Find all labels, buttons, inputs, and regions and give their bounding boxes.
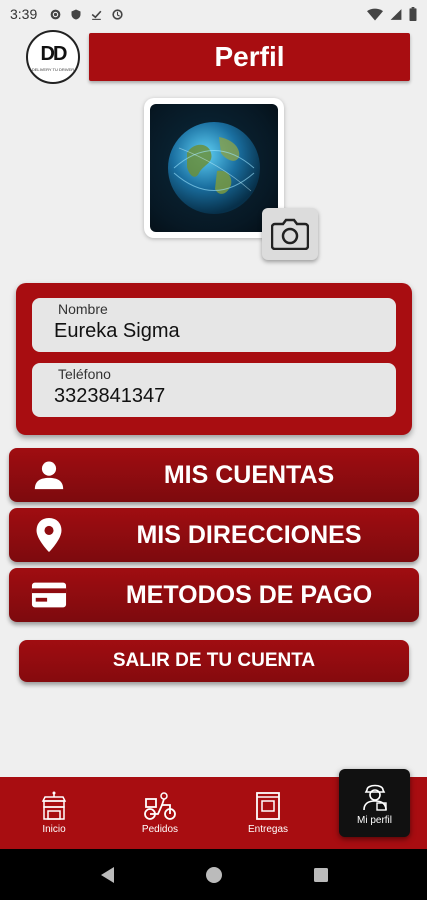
nav-item-mi-perfil[interactable]: Mi perfil (339, 769, 410, 837)
nav-inicio-label: Inicio (42, 824, 66, 835)
status-time: 3:39 (10, 6, 38, 22)
home-icon[interactable] (205, 866, 223, 884)
profile-form: Nombre Eureka Sigma Teléfono 3323841347 (16, 283, 412, 435)
name-label: Nombre (58, 301, 108, 317)
page-title: Perfil (214, 41, 285, 72)
status-bar: 3:39 (0, 0, 427, 28)
system-navigation-bar (0, 849, 427, 900)
camera-icon (271, 218, 309, 250)
page-title-bar: Perfil (89, 33, 410, 81)
logout-button[interactable]: SALIR DE TU CUENTA (19, 640, 409, 682)
phone-field[interactable]: Teléfono 3323841347 (32, 363, 396, 417)
scooter-icon (144, 792, 176, 820)
my-addresses-button[interactable]: MIS DIRECCIONES (9, 508, 419, 562)
my-accounts-label: MIS CUENTAS (163, 460, 335, 489)
logout-label: SALIR DE TU CUENTA (112, 650, 316, 671)
nav-item-pedidos[interactable]: Pedidos (120, 777, 200, 849)
store-icon (41, 791, 67, 820)
app-logo: DD DELIVERY TU DRIVER (26, 30, 80, 84)
bottom-nav: Inicio Pedidos Entregas Mi perfil (0, 769, 427, 849)
nav-item-entregas[interactable]: Entregas (228, 777, 308, 849)
package-icon (256, 792, 280, 820)
logo-mark: DD (40, 42, 68, 65)
name-field[interactable]: Nombre Eureka Sigma (32, 298, 396, 352)
location-pin-icon (31, 517, 67, 553)
nav-item-inicio[interactable]: Inicio (14, 777, 94, 849)
download-done-icon (91, 10, 102, 20)
nav-entregas-label: Entregas (247, 824, 289, 835)
battery-icon (409, 7, 417, 21)
name-value: Eureka Sigma (54, 320, 180, 342)
wifi-icon (367, 8, 383, 20)
payment-methods-button[interactable]: METODOS DE PAGO (9, 568, 419, 622)
nav-mi-perfil-label: Mi perfil (356, 815, 392, 826)
my-addresses-label: MIS DIRECCIONES (136, 520, 362, 549)
credit-card-icon (31, 577, 67, 613)
header: DD DELIVERY TU DRIVER Perfil (0, 30, 427, 86)
my-accounts-button[interactable]: MIS CUENTAS (9, 448, 419, 502)
driver-icon (362, 784, 387, 811)
profile-photo (150, 104, 278, 232)
logo-subtext: DELIVERY TU DRIVER (31, 66, 75, 72)
phone-value: 3323841347 (54, 385, 166, 407)
sync-icon (112, 8, 123, 20)
recents-icon[interactable] (313, 867, 329, 883)
phone-label: Teléfono (58, 366, 111, 382)
back-icon[interactable] (99, 866, 115, 884)
person-icon (31, 457, 67, 493)
signal-icon (390, 8, 402, 20)
shield-icon (71, 9, 81, 19)
change-photo-button[interactable] (262, 208, 318, 260)
globe-image (168, 122, 260, 214)
payment-methods-label: METODOS DE PAGO (125, 580, 373, 609)
nav-pedidos-label: Pedidos (141, 824, 179, 835)
settings-icon (50, 9, 61, 19)
